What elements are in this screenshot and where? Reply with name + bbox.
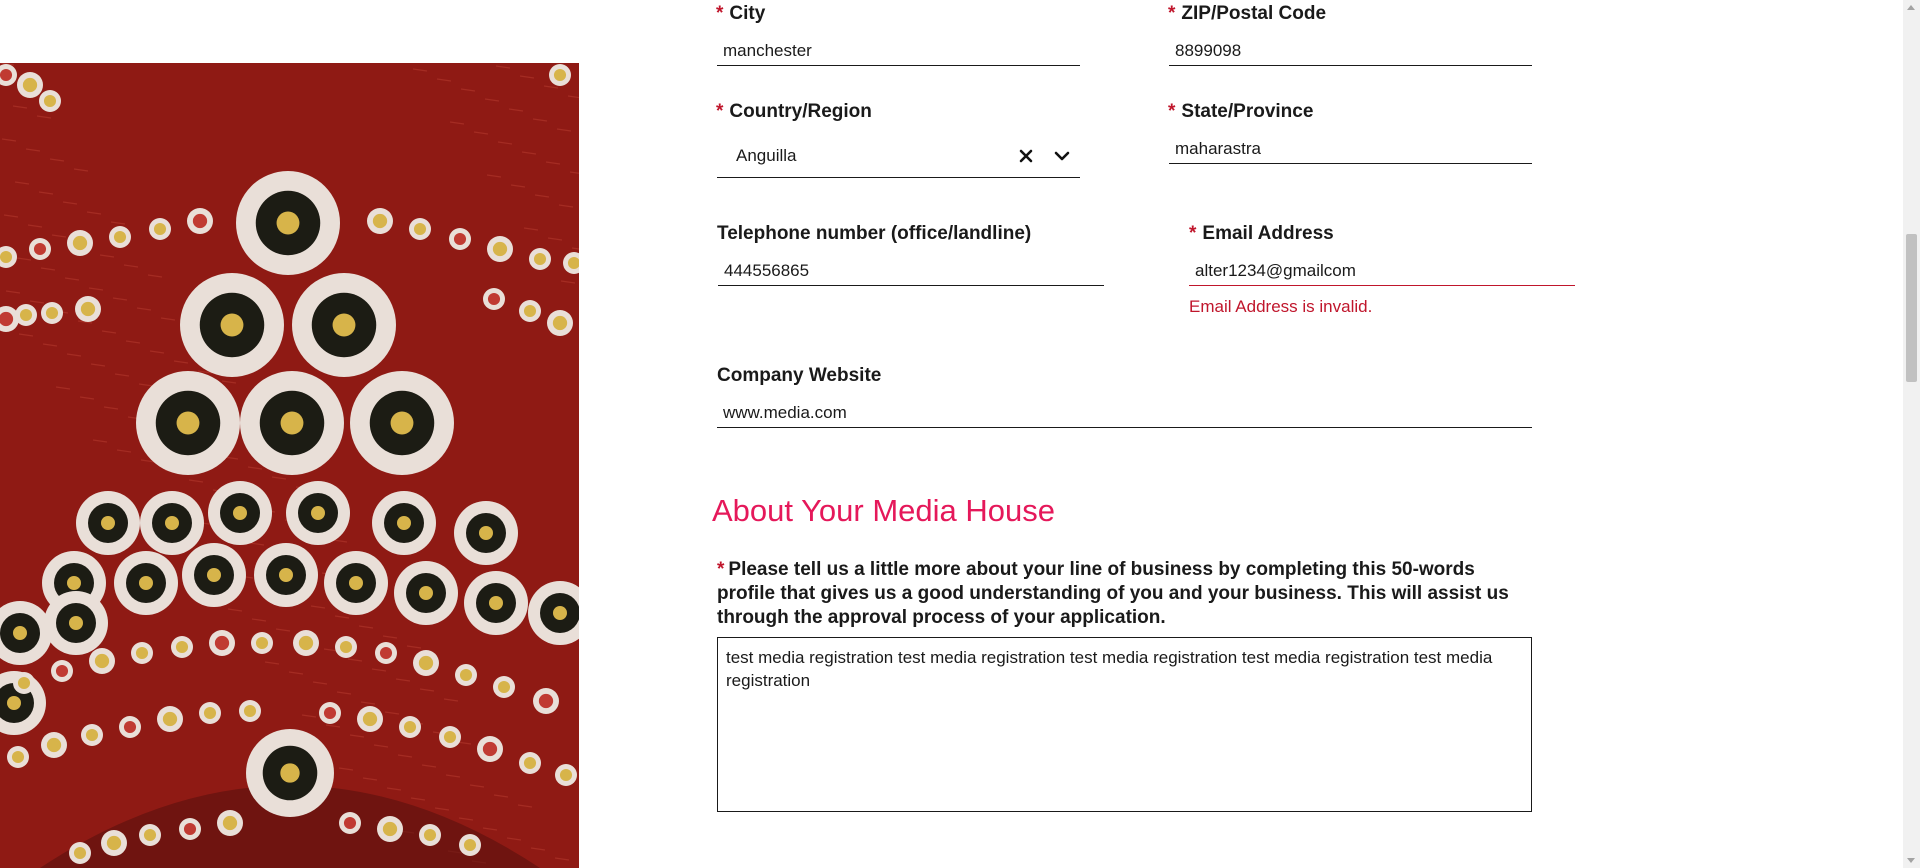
email-label-text: Email Address <box>1202 223 1334 244</box>
state-label-text: State/Province <box>1181 101 1314 122</box>
website-input[interactable] <box>717 398 1532 428</box>
profile-question-text: Please tell us a little more about your … <box>717 559 1509 628</box>
state-label: * State/Province <box>1168 101 1313 123</box>
website-label: Company Website <box>717 365 881 387</box>
city-input[interactable] <box>717 36 1080 66</box>
required-marker: * <box>1168 3 1176 24</box>
page-scrollbar[interactable] <box>1903 0 1920 868</box>
scrollbar-thumb[interactable] <box>1906 234 1917 382</box>
email-error-message: Email Address is invalid. <box>1189 297 1373 316</box>
section-title-about: About Your Media House <box>712 493 1055 528</box>
scroll-up-arrow-icon[interactable] <box>1907 5 1915 10</box>
telephone-label-text: Telephone number (office/landline) <box>717 223 1032 244</box>
zip-input[interactable] <box>1169 36 1532 66</box>
country-select-value: Anguilla <box>736 145 797 165</box>
country-select[interactable]: Anguilla <box>717 134 1080 178</box>
country-label-text: Country/Region <box>729 101 872 122</box>
profile-textarea[interactable] <box>717 637 1532 812</box>
required-marker: * <box>1168 101 1176 122</box>
zip-label-text: ZIP/Postal Code <box>1181 3 1327 24</box>
required-marker: * <box>716 3 724 24</box>
state-input[interactable] <box>1169 134 1532 164</box>
scroll-down-arrow-icon[interactable] <box>1907 858 1915 863</box>
chevron-down-icon[interactable] <box>1044 138 1080 174</box>
city-label: * City <box>716 3 765 25</box>
city-label-text: City <box>729 3 766 24</box>
required-marker: * <box>717 559 725 580</box>
telephone-label: Telephone number (office/landline) <box>717 223 1031 245</box>
email-input[interactable] <box>1189 256 1575 286</box>
required-marker: * <box>1189 223 1197 244</box>
close-icon[interactable] <box>1008 138 1044 174</box>
website-label-text: Company Website <box>717 365 882 386</box>
telephone-input[interactable] <box>718 256 1104 286</box>
profile-question: * Please tell us a little more about your… <box>717 558 1537 630</box>
country-label: * Country/Region <box>716 101 872 123</box>
required-marker: * <box>716 101 724 122</box>
decorative-image <box>0 63 579 868</box>
email-label: * Email Address <box>1189 223 1334 245</box>
zip-label: * ZIP/Postal Code <box>1168 3 1326 25</box>
